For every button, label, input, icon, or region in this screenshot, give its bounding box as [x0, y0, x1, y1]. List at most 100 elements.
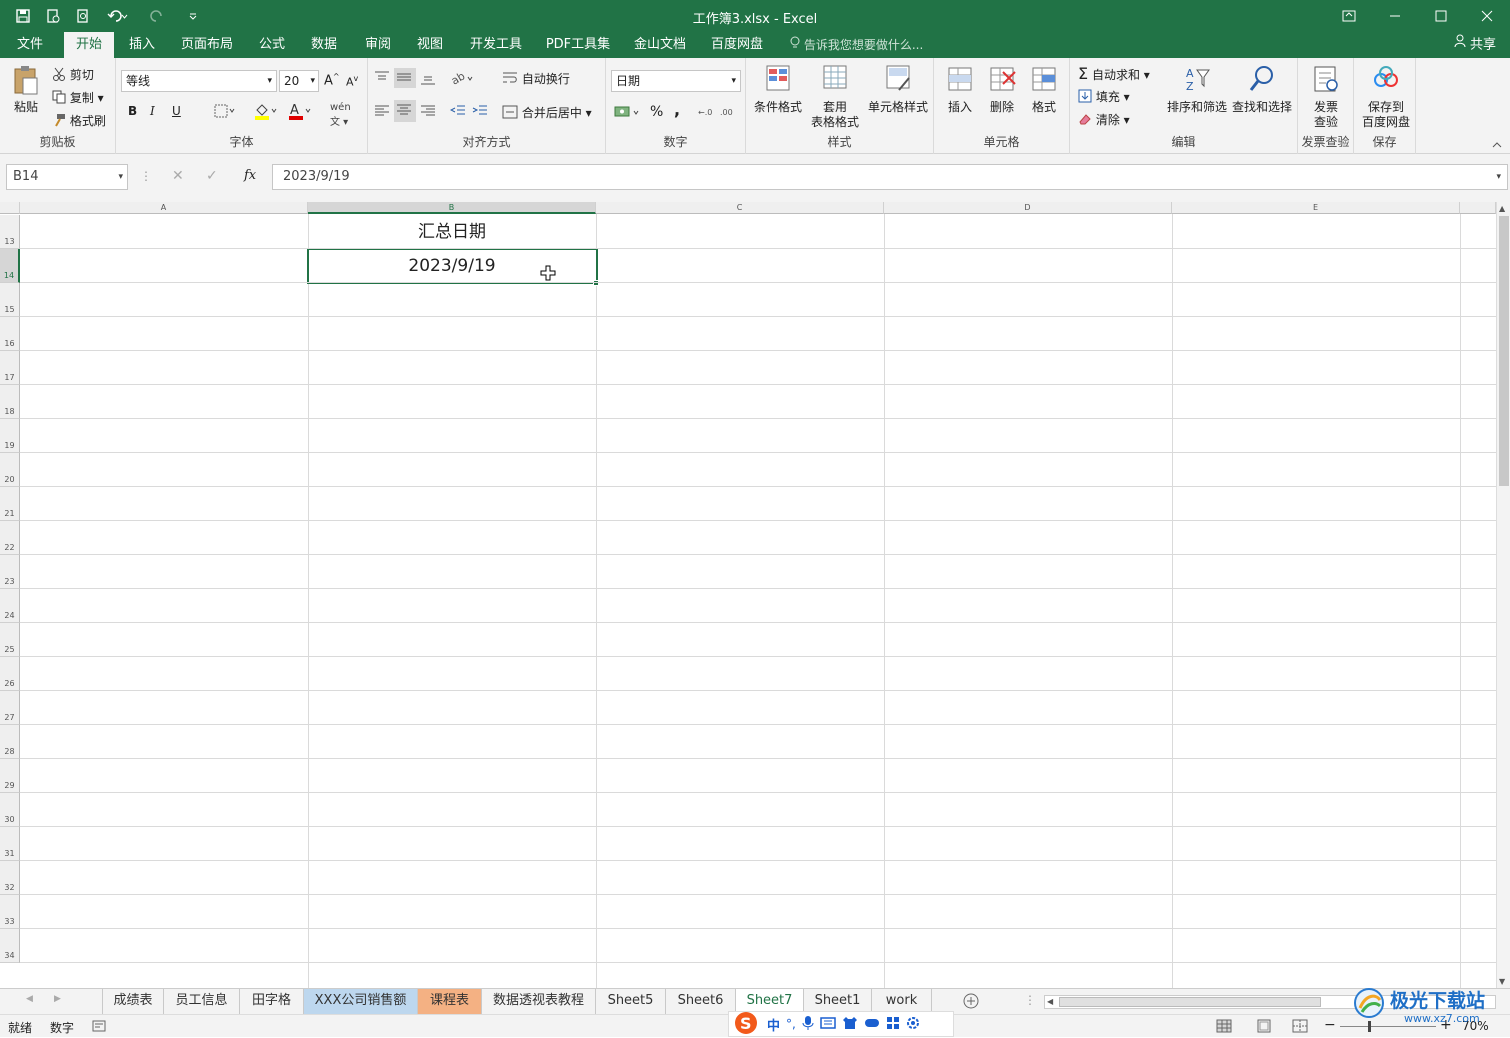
wrap-text-button[interactable]: 自动换行: [502, 70, 570, 88]
game-icon[interactable]: [864, 1017, 880, 1032]
tab-baidu-netdisk[interactable]: 百度网盘: [704, 32, 770, 58]
row-header-34[interactable]: 34: [0, 929, 20, 963]
select-all-corner[interactable]: [0, 202, 20, 214]
zoom-in-icon[interactable]: +: [1440, 1017, 1452, 1033]
align-left-icon[interactable]: [374, 104, 390, 121]
align-right-icon[interactable]: [420, 104, 436, 121]
tab-pdf-tools[interactable]: PDF工具集: [540, 32, 616, 58]
next-sheet-icon[interactable]: ▶: [54, 994, 61, 1004]
row-header-16[interactable]: 16: [0, 317, 20, 351]
format-cells-button[interactable]: 格式: [1024, 64, 1064, 115]
keyboard-icon[interactable]: [820, 1016, 836, 1032]
row-header-17[interactable]: 17: [0, 351, 20, 385]
column-header-d[interactable]: D: [884, 202, 1172, 214]
vertical-scrollbar[interactable]: ▲ ▼: [1496, 202, 1510, 988]
sheet-tab[interactable]: 员工信息: [164, 989, 240, 1014]
italic-button[interactable]: I: [150, 104, 155, 118]
apps-icon[interactable]: [886, 1016, 900, 1033]
ime-lang[interactable]: 中: [767, 1015, 780, 1034]
page-break-icon[interactable]: [1292, 1019, 1308, 1036]
bottom-align-icon[interactable]: [420, 70, 436, 89]
tab-kdocs[interactable]: 金山文档: [626, 32, 694, 58]
fill-button[interactable]: 填充 ▾: [1078, 88, 1130, 106]
row-header-22[interactable]: 22: [0, 521, 20, 555]
hscroll-thumb[interactable]: [1059, 997, 1321, 1007]
skin-icon[interactable]: [842, 1016, 858, 1033]
shrink-font-icon[interactable]: Av: [346, 74, 358, 89]
tab-insert[interactable]: 插入: [120, 32, 164, 58]
worksheet-grid[interactable]: A B C D E 汇总日期 2023/9/19 13 14 15 16 17 18 19 2…: [0, 202, 1496, 988]
comma-button[interactable]: ,: [674, 100, 680, 119]
sogou-icon[interactable]: S: [733, 1011, 761, 1038]
row-header-23[interactable]: 23: [0, 555, 20, 589]
scroll-down-icon[interactable]: ▼: [1499, 977, 1505, 986]
decrease-indent-icon[interactable]: [449, 104, 466, 121]
insert-cells-button[interactable]: 插入: [940, 64, 980, 115]
merge-center-button[interactable]: 合并后居中 ▾: [502, 104, 592, 122]
minimize-icon[interactable]: [1372, 0, 1418, 32]
tab-developer[interactable]: 开发工具: [462, 32, 530, 58]
tab-file[interactable]: 文件: [6, 32, 54, 58]
fill-color-icon[interactable]: [254, 102, 278, 123]
row-header-33[interactable]: 33: [0, 895, 20, 929]
sheet-tab[interactable]: 数据透视表教程: [482, 989, 596, 1014]
column-header-a[interactable]: A: [20, 202, 308, 214]
scroll-thumb[interactable]: [1499, 216, 1509, 486]
underline-button[interactable]: U: [172, 104, 181, 118]
increase-indent-icon[interactable]: [472, 104, 488, 121]
column-header-c[interactable]: C: [596, 202, 884, 214]
row-header-27[interactable]: 27: [0, 691, 20, 725]
row-header-25[interactable]: 25: [0, 623, 20, 657]
tab-data[interactable]: 数据: [302, 32, 346, 58]
tab-formulas[interactable]: 公式: [250, 32, 294, 58]
normal-view-icon[interactable]: [1216, 1019, 1232, 1036]
ribbon-display-icon[interactable]: [1326, 0, 1372, 32]
fill-handle[interactable]: [593, 280, 599, 286]
font-size-dropdown[interactable]: 20 ▾: [279, 70, 319, 92]
cell-b13[interactable]: 汇总日期: [308, 215, 596, 249]
row-header-31[interactable]: 31: [0, 827, 20, 861]
zoom-thumb[interactable]: [1368, 1021, 1371, 1032]
orientation-icon[interactable]: ab: [449, 69, 476, 89]
bold-button[interactable]: B: [128, 104, 137, 118]
row-header-14[interactable]: 14: [0, 249, 20, 283]
autosum-button[interactable]: Σ 自动求和 ▾: [1078, 64, 1150, 83]
tab-splitter[interactable]: ⋮: [1024, 993, 1036, 1007]
column-header-e[interactable]: E: [1172, 202, 1460, 214]
sheet-tab[interactable]: 成绩表: [102, 989, 164, 1014]
column-header-b[interactable]: B: [308, 202, 596, 214]
sheet-tab[interactable]: Sheet6: [666, 989, 736, 1014]
number-format-dropdown[interactable]: 日期 ▾: [611, 70, 741, 92]
name-box[interactable]: B14 ▾: [6, 164, 128, 190]
increase-decimal-icon[interactable]: ←.0: [698, 104, 716, 121]
save-to-baidu-button[interactable]: 保存到 百度网盘: [1358, 64, 1414, 130]
middle-align-icon[interactable]: [394, 68, 416, 88]
zoom-slider[interactable]: [1340, 1021, 1436, 1032]
invoice-check-button[interactable]: 发票 查验: [1304, 64, 1348, 130]
tab-view[interactable]: 视图: [408, 32, 452, 58]
tab-home[interactable]: 开始: [64, 32, 114, 58]
clear-button[interactable]: 清除 ▾: [1078, 111, 1130, 129]
copy-button[interactable]: 复制 ▾: [52, 89, 104, 107]
currency-icon[interactable]: [614, 104, 642, 123]
collapse-ribbon-icon[interactable]: [1492, 138, 1502, 152]
sheet-tab[interactable]: 田字格: [240, 989, 304, 1014]
grow-font-icon[interactable]: A^: [324, 72, 340, 88]
punctuation-icon[interactable]: °,: [786, 1017, 796, 1031]
macro-record-icon[interactable]: [92, 1019, 106, 1036]
sort-filter-button[interactable]: AZ 排序和筛选: [1164, 64, 1230, 115]
row-header-26[interactable]: 26: [0, 657, 20, 691]
borders-icon[interactable]: [214, 104, 236, 121]
font-name-dropdown[interactable]: 等线 ▾: [121, 70, 277, 92]
tab-page-layout[interactable]: 页面布局: [172, 32, 242, 58]
find-select-button[interactable]: 查找和选择: [1230, 64, 1294, 115]
percent-button[interactable]: %: [650, 104, 663, 120]
row-header-30[interactable]: 30: [0, 793, 20, 827]
conditional-format-button[interactable]: 条件格式: [750, 64, 806, 115]
row-header-32[interactable]: 32: [0, 861, 20, 895]
sheet-tab[interactable]: Sheet5: [596, 989, 666, 1014]
format-as-table-button[interactable]: 套用 表格格式: [804, 64, 866, 130]
font-color-icon[interactable]: A: [288, 102, 312, 123]
delete-cells-button[interactable]: 删除: [982, 64, 1022, 115]
microphone-icon[interactable]: [802, 1015, 814, 1034]
